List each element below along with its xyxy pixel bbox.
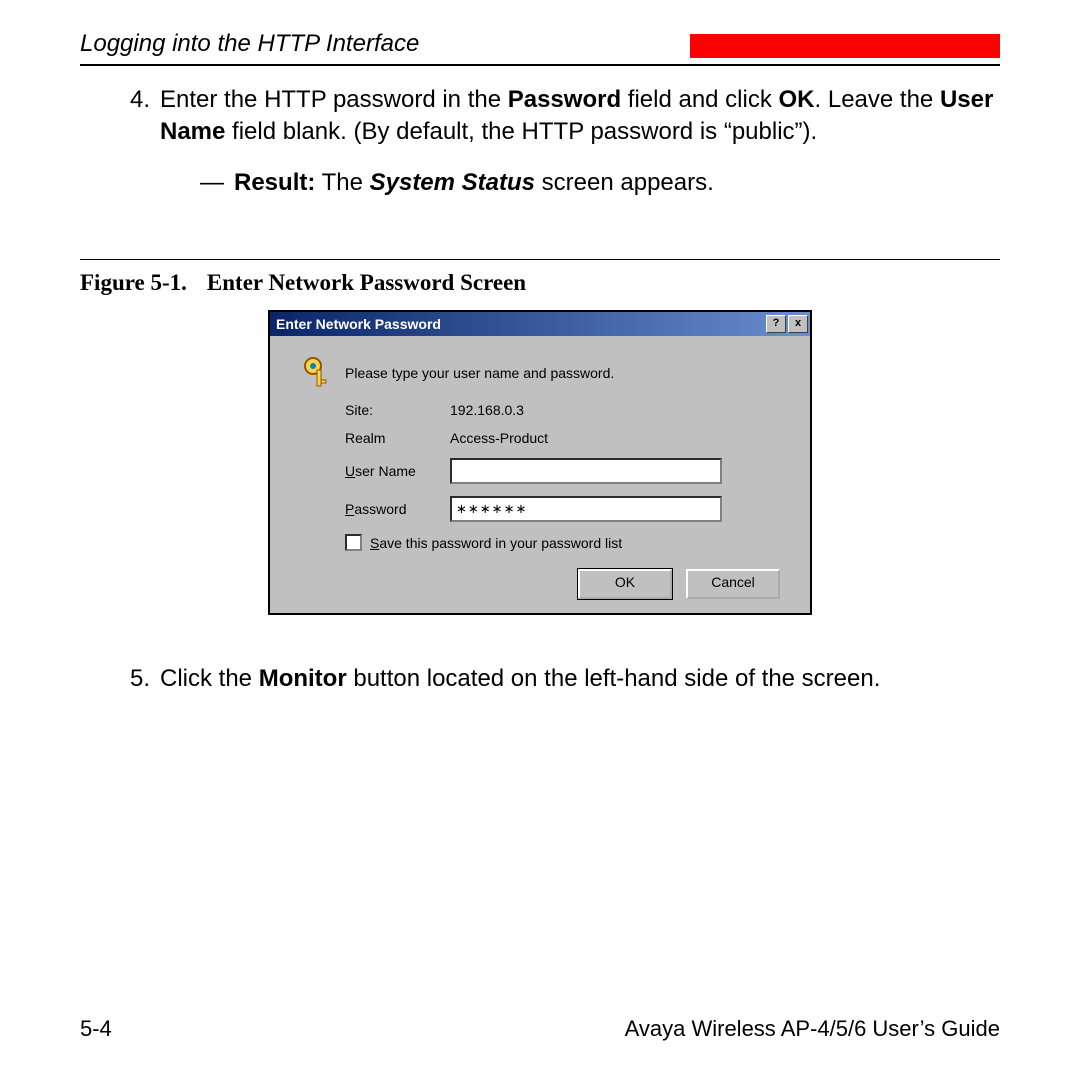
dialog-instruction: Please type your user name and password. [345, 365, 790, 381]
key-icon [290, 356, 345, 390]
step-number: 4. [115, 84, 150, 149]
ok-button[interactable]: OK [578, 569, 672, 599]
step-number: 5. [115, 663, 150, 695]
password-label: Password [290, 501, 450, 517]
site-value: 192.168.0.3 [450, 402, 790, 418]
username-label: User Name [290, 463, 450, 479]
book-title: Avaya Wireless AP-4/5/6 User’s Guide [625, 1016, 1000, 1042]
dialog-title: Enter Network Password [276, 316, 764, 332]
close-icon[interactable]: x [788, 315, 808, 333]
password-dialog: Enter Network Password ? x Please type y… [268, 310, 812, 615]
figure-caption: Figure 5-1.Enter Network Password Screen [0, 270, 1080, 296]
save-password-checkbox[interactable] [345, 534, 362, 551]
username-input[interactable] [450, 458, 722, 484]
site-label: Site: [290, 402, 450, 418]
figure-rule [80, 259, 1000, 260]
page-number: 5-4 [80, 1016, 112, 1042]
realm-label: Realm [290, 430, 450, 446]
step-4: 4. Enter the HTTP password in the Passwo… [115, 84, 1000, 149]
page-header: Logging into the HTTP Interface [80, 30, 690, 58]
result-line: — Result: The System Status screen appea… [200, 167, 1000, 199]
password-input[interactable]: ∗∗∗∗∗∗ [450, 496, 722, 522]
step-5: 5. Click the Monitor button located on t… [115, 663, 1000, 695]
save-password-label: Save this password in your password list [370, 535, 622, 551]
realm-value: Access-Product [450, 430, 790, 446]
dialog-titlebar[interactable]: Enter Network Password ? x [270, 312, 810, 336]
brand-bar [690, 34, 1000, 58]
help-icon[interactable]: ? [766, 315, 786, 333]
cancel-button[interactable]: Cancel [686, 569, 780, 599]
